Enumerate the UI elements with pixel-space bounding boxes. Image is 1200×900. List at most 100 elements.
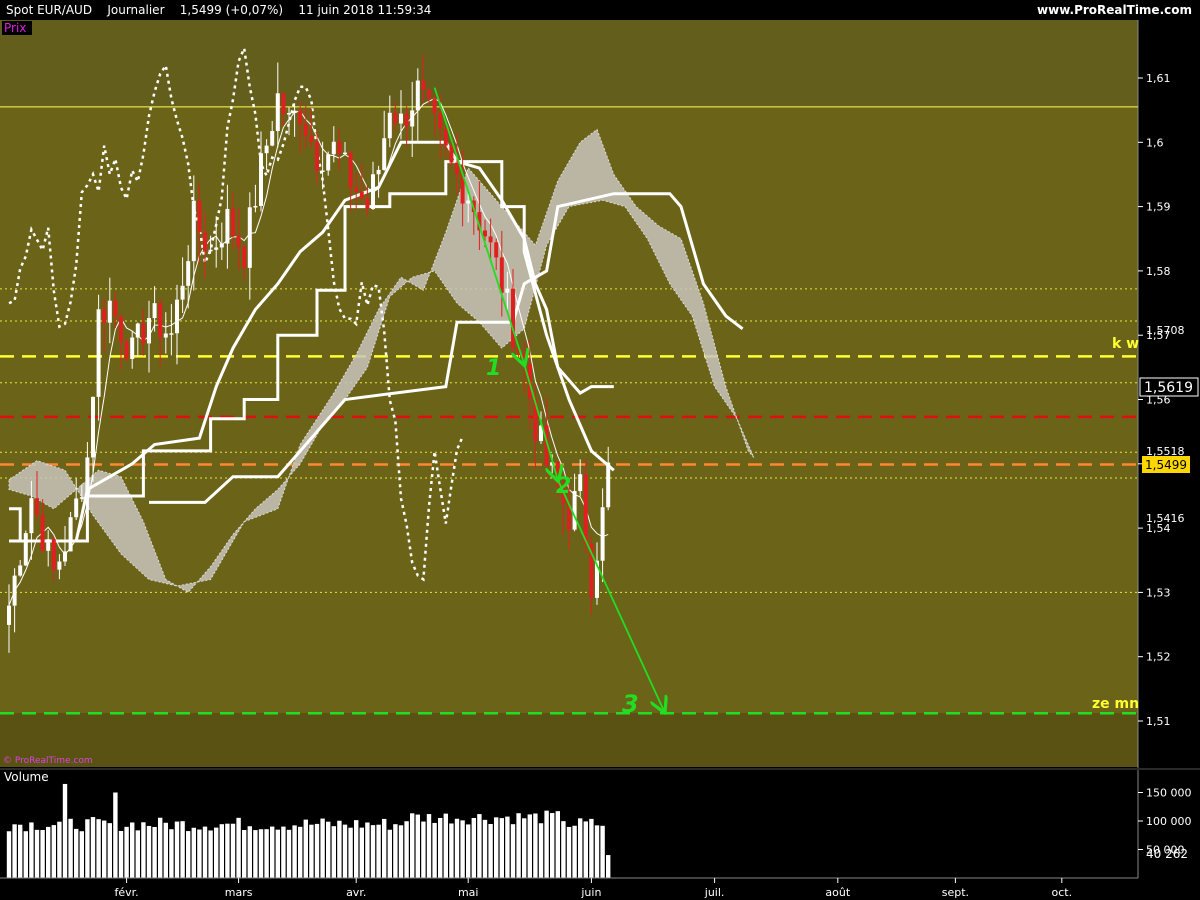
- candle-body: [309, 135, 314, 143]
- price-plot-bg-low: [0, 713, 1138, 767]
- candle-body: [91, 396, 95, 458]
- volume-bar: [443, 813, 448, 878]
- volume-bar: [292, 825, 297, 878]
- volume-bar: [460, 820, 465, 878]
- candle-body: [511, 288, 515, 348]
- price-change: 1,5499 (+0,07%): [179, 3, 284, 17]
- candle-body: [51, 539, 56, 570]
- candle-body: [387, 112, 392, 139]
- volume-bar: [432, 822, 437, 878]
- volume-bar: [370, 825, 376, 878]
- volume-bar: [124, 826, 129, 878]
- volume-bar: [214, 827, 219, 878]
- volume-bar: [219, 824, 224, 878]
- candle-body: [68, 517, 73, 552]
- candle-body: [186, 261, 191, 286]
- volume-bar: [522, 818, 527, 878]
- volume-bar: [29, 822, 34, 878]
- y-tick-label: 1,53: [1146, 586, 1171, 599]
- volume-bar: [12, 824, 17, 878]
- candle-body: [281, 93, 286, 114]
- volume-bar: [236, 817, 241, 878]
- y-tick-label: 1,51: [1146, 715, 1171, 728]
- volume-bar: [247, 826, 252, 878]
- month-label: mars: [225, 886, 253, 899]
- volume-bar: [393, 824, 398, 878]
- candle-body: [152, 303, 157, 319]
- volume-bar: [578, 818, 583, 878]
- kw-label: k w: [1112, 336, 1139, 352]
- zemn-label: ze mn: [1092, 696, 1139, 712]
- candle-body: [443, 128, 448, 146]
- candle-body: [23, 533, 28, 566]
- volume-bar: [258, 829, 264, 878]
- candle-body: [163, 333, 168, 338]
- volume-bar: [230, 823, 236, 878]
- volume-bar: [225, 823, 230, 878]
- candle-body: [102, 309, 107, 323]
- candle-body: [365, 198, 370, 209]
- volume-bar: [191, 827, 196, 878]
- candle-body: [483, 230, 487, 237]
- candle-body: [264, 145, 269, 154]
- volume-bar: [141, 822, 146, 878]
- volume-bar: [130, 822, 135, 878]
- candle-body: [337, 141, 342, 154]
- candle-body: [79, 497, 84, 499]
- candle-body: [421, 80, 426, 90]
- instrument: Spot EUR/AUD: [6, 3, 93, 17]
- volume-bar: [62, 783, 68, 878]
- volume-bar: [275, 829, 280, 878]
- volume-bar: [85, 819, 90, 878]
- month-label: sept.: [942, 886, 969, 899]
- volume-bar: [538, 823, 544, 878]
- volume-bar: [163, 822, 168, 878]
- candle-body: [376, 169, 381, 175]
- volume-bar: [46, 826, 51, 878]
- volume-bar: [382, 818, 387, 878]
- volume-bar: [342, 824, 348, 878]
- candle-body: [399, 113, 403, 124]
- candle-body: [432, 98, 437, 113]
- volume-bar: [264, 829, 269, 878]
- candle-body: [141, 323, 146, 344]
- candle-body: [74, 498, 79, 518]
- volume-bar: [544, 810, 549, 878]
- volume-bar: [410, 813, 415, 878]
- volume-bar: [186, 831, 191, 878]
- candle-body: [169, 333, 174, 335]
- volume-bar: [354, 820, 359, 878]
- volume-bar: [18, 824, 23, 878]
- volume-bar: [583, 821, 588, 878]
- volume-bar: [118, 830, 124, 878]
- wave-2-label: 2: [556, 474, 571, 499]
- title-bar: Spot EUR/AUD Journalier 1,5499 (+0,07%) …: [0, 0, 1200, 20]
- candle-body: [7, 605, 11, 625]
- volume-bar: [550, 813, 555, 878]
- period: Journalier: [107, 3, 165, 17]
- candle-body: [583, 474, 588, 544]
- candle-body: [107, 300, 112, 323]
- volume-bar: [180, 821, 185, 878]
- volume-bar: [96, 819, 101, 878]
- candle-body: [63, 551, 67, 562]
- candle-body: [572, 491, 577, 530]
- candle-body: [371, 174, 375, 209]
- candle-body: [197, 200, 202, 233]
- candle-body: [449, 145, 454, 163]
- candle-body: [180, 285, 185, 300]
- candle-body: [348, 152, 353, 188]
- candle-body: [96, 309, 101, 397]
- candle-body: [242, 246, 247, 268]
- candle-body: [113, 300, 118, 317]
- volume-bar: [169, 829, 174, 878]
- volume-bar: [51, 825, 56, 878]
- wave-1-label: 1: [486, 356, 501, 381]
- price-chart: 1,611,61,591,581,571,561,551,541,531,521…: [0, 20, 1200, 900]
- site-link[interactable]: www.ProRealTime.com: [1037, 0, 1192, 20]
- volume-bar: [572, 825, 577, 878]
- candle-body: [292, 110, 297, 114]
- volume-bar: [90, 817, 96, 878]
- volume-bar: [359, 827, 364, 878]
- volume-bar: [326, 821, 331, 878]
